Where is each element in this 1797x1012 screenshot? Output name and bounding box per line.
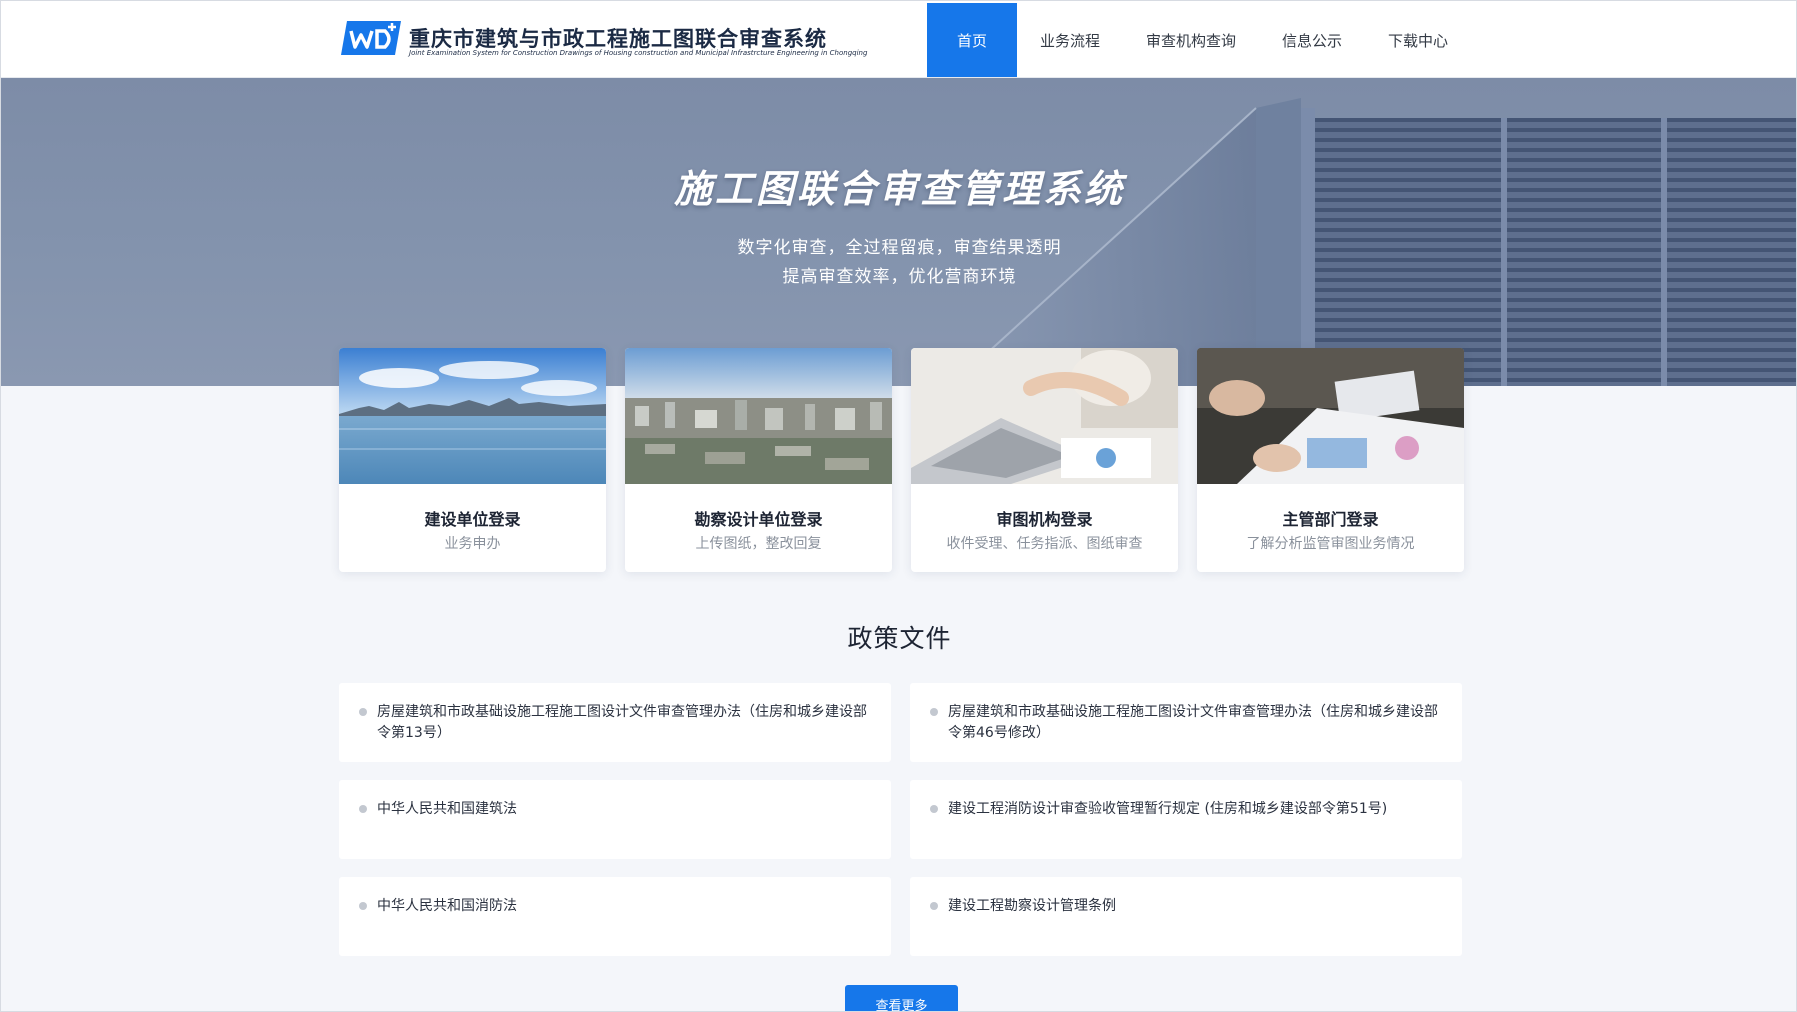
- nav-business-process[interactable]: 业务流程: [1017, 3, 1123, 77]
- policy-item[interactable]: 房屋建筑和市政基础设施工程施工图设计文件审查管理办法（住房和城乡建设部令第46号…: [910, 683, 1462, 762]
- bullet-dot-icon: [359, 902, 367, 910]
- login-cards: 建设单位登录 业务申办 勘察设计单位登录 上传图纸，整改回复 审图机构登录 收件…: [339, 348, 1464, 572]
- bullet-dot-icon: [930, 708, 938, 716]
- card-authority-login[interactable]: 主管部门登录 了解分析监管审图业务情况: [1197, 348, 1464, 572]
- card-title: 审图机构登录: [996, 510, 1093, 529]
- policy-item-text: 建设工程勘察设计管理条例: [948, 898, 1116, 914]
- lake-city-image: [339, 348, 606, 484]
- laptop-meeting-image: [911, 348, 1178, 484]
- policy-section-title: 政策文件: [847, 624, 952, 653]
- business-analysis-image: [1197, 348, 1464, 484]
- page: 重庆市建筑与市政工程施工图联合审查系统 Joint Examination Sy…: [0, 0, 1797, 1012]
- logo-icon: [341, 21, 401, 55]
- top-header: 重庆市建筑与市政工程施工图联合审查系统 Joint Examination Sy…: [1, 1, 1796, 78]
- bullet-dot-icon: [930, 902, 938, 910]
- view-more-button[interactable]: 查看更多: [845, 985, 958, 1011]
- hero-tagline-2: 提高审查效率，优化营商环境: [782, 267, 1017, 287]
- bullet-dot-icon: [359, 805, 367, 813]
- bullet-dot-icon: [359, 708, 367, 716]
- policy-item-text: 建设工程消防设计审查验收管理暂行规定 (住房和城乡建设部令第51号): [948, 801, 1388, 817]
- policy-item[interactable]: 中华人民共和国消防法: [339, 877, 891, 956]
- nav-agency-query[interactable]: 审查机构查询: [1123, 3, 1259, 77]
- policy-item-text: 中华人民共和国消防法: [377, 898, 517, 914]
- card-desc: 上传图纸，整改回复: [695, 536, 822, 552]
- card-survey-design-login[interactable]: 勘察设计单位登录 上传图纸，整改回复: [625, 348, 892, 572]
- policy-item[interactable]: 建设工程消防设计审查验收管理暂行规定 (住房和城乡建设部令第51号): [910, 780, 1462, 859]
- card-review-agency-login[interactable]: 审图机构登录 收件受理、任务指派、图纸审查: [911, 348, 1178, 572]
- policy-item-text: 中华人民共和国建筑法: [377, 801, 517, 817]
- card-title: 主管部门登录: [1282, 510, 1379, 529]
- policy-item-text: 房屋建筑和市政基础设施工程施工图设计文件审查管理办法（住房和城乡建设部令第13号…: [377, 704, 867, 741]
- bullet-dot-icon: [930, 805, 938, 813]
- nav-info-publicity[interactable]: 信息公示: [1259, 3, 1365, 77]
- building-background-image: [950, 98, 1796, 386]
- policy-item-text: 房屋建筑和市政基础设施工程施工图设计文件审查管理办法（住房和城乡建设部令第46号…: [948, 704, 1438, 741]
- card-desc: 收件受理、任务指派、图纸审查: [946, 536, 1143, 552]
- site-subtitle: Joint Examination System for Constructio…: [409, 49, 868, 57]
- hero-title: 施工图联合审查管理系统: [673, 167, 1125, 211]
- card-construction-unit-login[interactable]: 建设单位登录 业务申办: [339, 348, 606, 572]
- card-title: 勘察设计单位登录: [694, 510, 823, 529]
- policy-item[interactable]: 房屋建筑和市政基础设施工程施工图设计文件审查管理办法（住房和城乡建设部令第13号…: [339, 683, 891, 762]
- nav-home[interactable]: 首页: [927, 3, 1017, 77]
- policy-item[interactable]: 建设工程勘察设计管理条例: [910, 877, 1462, 956]
- city-aerial-image: [625, 348, 892, 484]
- main-nav: 首页 业务流程 审查机构查询 信息公示 下载中心: [927, 3, 1471, 77]
- nav-download-center[interactable]: 下载中心: [1365, 3, 1471, 77]
- policy-item[interactable]: 中华人民共和国建筑法: [339, 780, 891, 859]
- card-desc: 业务申办: [444, 536, 501, 552]
- hero-banner: 施工图联合审查管理系统 数字化审查，全过程留痕，审查结果透明 提高审查效率，优化…: [1, 78, 1796, 386]
- card-desc: 了解分析监管审图业务情况: [1246, 536, 1415, 552]
- card-title: 建设单位登录: [424, 510, 521, 529]
- hero-tagline-1: 数字化审查，全过程留痕，审查结果透明: [737, 238, 1062, 258]
